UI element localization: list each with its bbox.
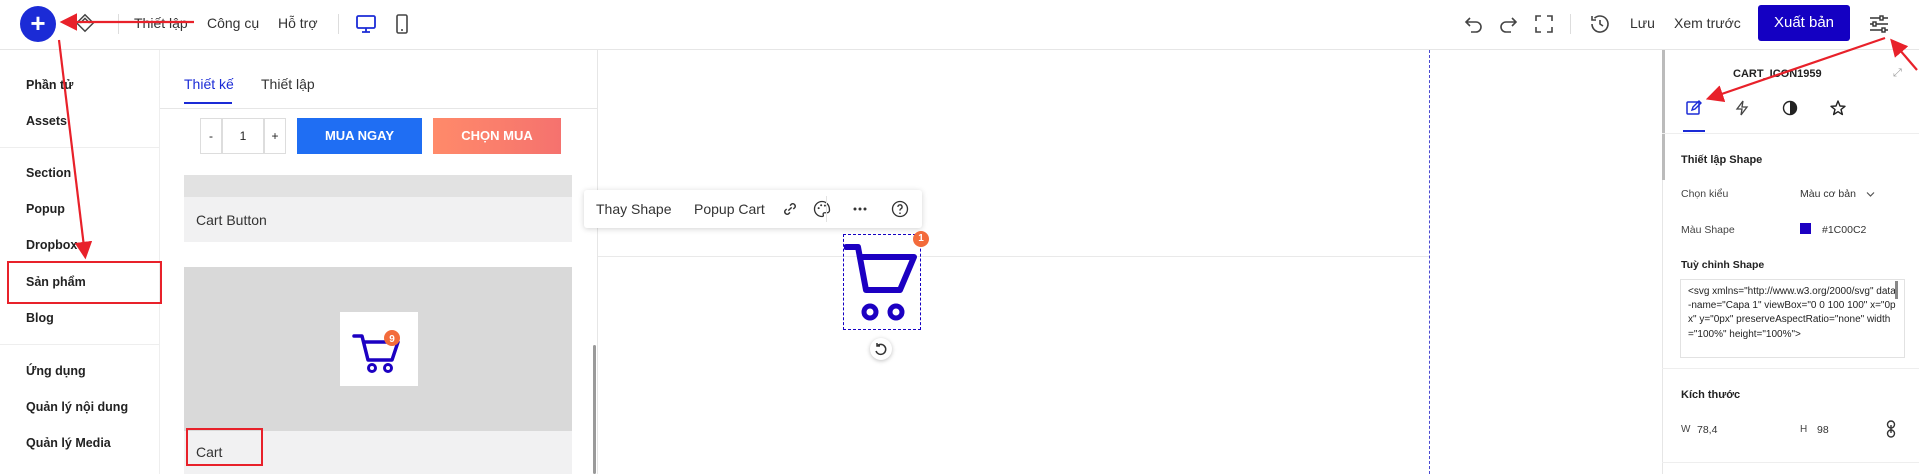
cart-icon	[843, 244, 917, 321]
tab-design[interactable]: Thiết kế	[184, 76, 234, 92]
cart-button-card-label: Cart Button	[196, 212, 267, 228]
change-shape-button[interactable]: Thay Shape	[596, 201, 672, 217]
choose-style-select[interactable]: Màu cơ bản	[1800, 188, 1856, 200]
menu-tools[interactable]: Công cụ	[207, 15, 259, 31]
editor-canvas[interactable]	[598, 50, 1662, 474]
desktop-view-icon[interactable]	[354, 12, 378, 36]
cart-thumbnail[interactable]: 9	[340, 312, 418, 386]
toolbar-divider	[826, 196, 827, 222]
qty-plus-button[interactable]: +	[264, 118, 286, 154]
sidebar-item-assets[interactable]: Assets	[26, 114, 67, 128]
tab-divider	[160, 108, 597, 109]
star-icon[interactable]	[1829, 99, 1847, 117]
lock-ratio-icon[interactable]	[1885, 420, 1897, 438]
save-button[interactable]: Lưu	[1630, 15, 1655, 31]
redo-icon[interactable]	[1496, 12, 1520, 36]
top-bar: + Thiết lập Công cụ Hỗ trợ Lưu Xem trước…	[0, 0, 1919, 50]
edit-style-icon[interactable]	[1685, 99, 1703, 117]
rotate-icon[interactable]	[870, 338, 892, 360]
sidebar-item-apps[interactable]: Ứng dụng	[26, 364, 86, 378]
height-input[interactable]: 98	[1817, 424, 1829, 436]
choose-buy-button[interactable]: CHỌN MUA	[433, 118, 561, 154]
sidebar-divider	[0, 344, 160, 345]
panel-scrollbar[interactable]	[593, 345, 596, 474]
custom-shape-textarea[interactable]: <svg xmlns="http://www.w3.org/2000/svg" …	[1680, 279, 1905, 358]
width-input[interactable]: 78,4	[1697, 424, 1717, 436]
width-label: W	[1681, 424, 1691, 435]
sidebar-item-blog[interactable]: Blog	[26, 311, 54, 325]
choose-style-label: Chọn kiểu	[1681, 188, 1729, 200]
help-icon[interactable]	[890, 199, 910, 219]
sidebar-item-section[interactable]: Section	[26, 166, 71, 180]
shape-color-value[interactable]: #1C00C2	[1822, 224, 1866, 236]
topbar-divider	[118, 14, 119, 34]
active-tab-indicator	[184, 102, 232, 104]
mobile-view-icon[interactable]	[390, 12, 414, 36]
element-panel: Thiết kế Thiết lập - 1 + MUA NGAY CHỌN M…	[160, 50, 598, 474]
custom-shape-label: Tuỳ chỉnh Shape	[1681, 259, 1765, 271]
cart-button-card-preview[interactable]	[184, 175, 572, 197]
history-icon[interactable]	[1588, 12, 1612, 36]
textarea-scrollbar[interactable]	[1895, 281, 1898, 299]
topbar-divider	[1570, 14, 1571, 34]
sidebar-divider	[0, 147, 160, 148]
settings-sliders-icon[interactable]	[1867, 12, 1891, 36]
palette-icon[interactable]	[812, 199, 832, 219]
topbar-divider	[338, 14, 339, 34]
sidebar-item-popup[interactable]: Popup	[26, 202, 65, 216]
lightning-icon[interactable]	[1733, 99, 1751, 117]
layers-icon[interactable]	[74, 12, 96, 34]
qty-input[interactable]: 1	[222, 118, 264, 154]
expand-icon[interactable]: ⤢	[1893, 67, 1902, 80]
popup-cart-button[interactable]: Popup Cart	[694, 201, 765, 217]
element-name: CART_ICON1959	[1733, 68, 1822, 80]
link-icon[interactable]	[780, 199, 800, 219]
section-divider	[1662, 462, 1919, 463]
cart-count-badge: 1	[913, 231, 929, 247]
section-boundary	[598, 256, 1430, 257]
buy-now-button[interactable]: MUA NGAY	[297, 118, 422, 154]
effect-icon[interactable]	[1781, 99, 1799, 117]
shape-settings-heading: Thiết lập Shape	[1681, 154, 1763, 166]
chevron-down-icon[interactable]	[1866, 191, 1875, 198]
fullscreen-icon[interactable]	[1532, 12, 1556, 36]
element-toolbar: Thay Shape Popup Cart	[584, 190, 922, 228]
page-width-guide	[1429, 50, 1430, 474]
menu-help[interactable]: Hỗ trợ	[278, 15, 318, 31]
sidebar-item-dropbox[interactable]: Dropbox	[26, 238, 77, 252]
annotation-highlight-cart	[186, 428, 263, 466]
selected-cart-icon[interactable]	[843, 234, 921, 330]
properties-scrollbar[interactable]	[1662, 50, 1665, 180]
more-options-icon[interactable]	[850, 199, 870, 219]
tab-settings[interactable]: Thiết lập	[261, 76, 315, 92]
publish-button[interactable]: Xuất bản	[1758, 5, 1850, 41]
shape-color-label: Màu Shape	[1681, 224, 1735, 236]
height-label: H	[1800, 424, 1808, 435]
undo-icon[interactable]	[1462, 12, 1486, 36]
shape-color-swatch[interactable]	[1800, 223, 1811, 234]
sidebar-item-content-manager[interactable]: Quản lý nội dung	[26, 400, 128, 414]
menu-settings[interactable]: Thiết lập	[134, 15, 188, 31]
cart-thumbnail-badge: 9	[389, 334, 395, 345]
preview-button[interactable]: Xem trước	[1674, 15, 1741, 31]
add-element-button[interactable]: +	[20, 6, 56, 42]
size-heading: Kích thước	[1681, 389, 1741, 401]
tab-divider	[1662, 133, 1919, 134]
annotation-highlight-products	[7, 261, 162, 304]
cart-icon: 9	[352, 330, 400, 373]
qty-minus-button[interactable]: -	[200, 118, 222, 154]
sidebar-item-media-manager[interactable]: Quản lý Media	[26, 436, 111, 450]
sidebar-item-elements[interactable]: Phần tử	[26, 78, 73, 92]
section-divider	[1662, 368, 1919, 369]
active-tab-indicator	[1683, 130, 1705, 132]
